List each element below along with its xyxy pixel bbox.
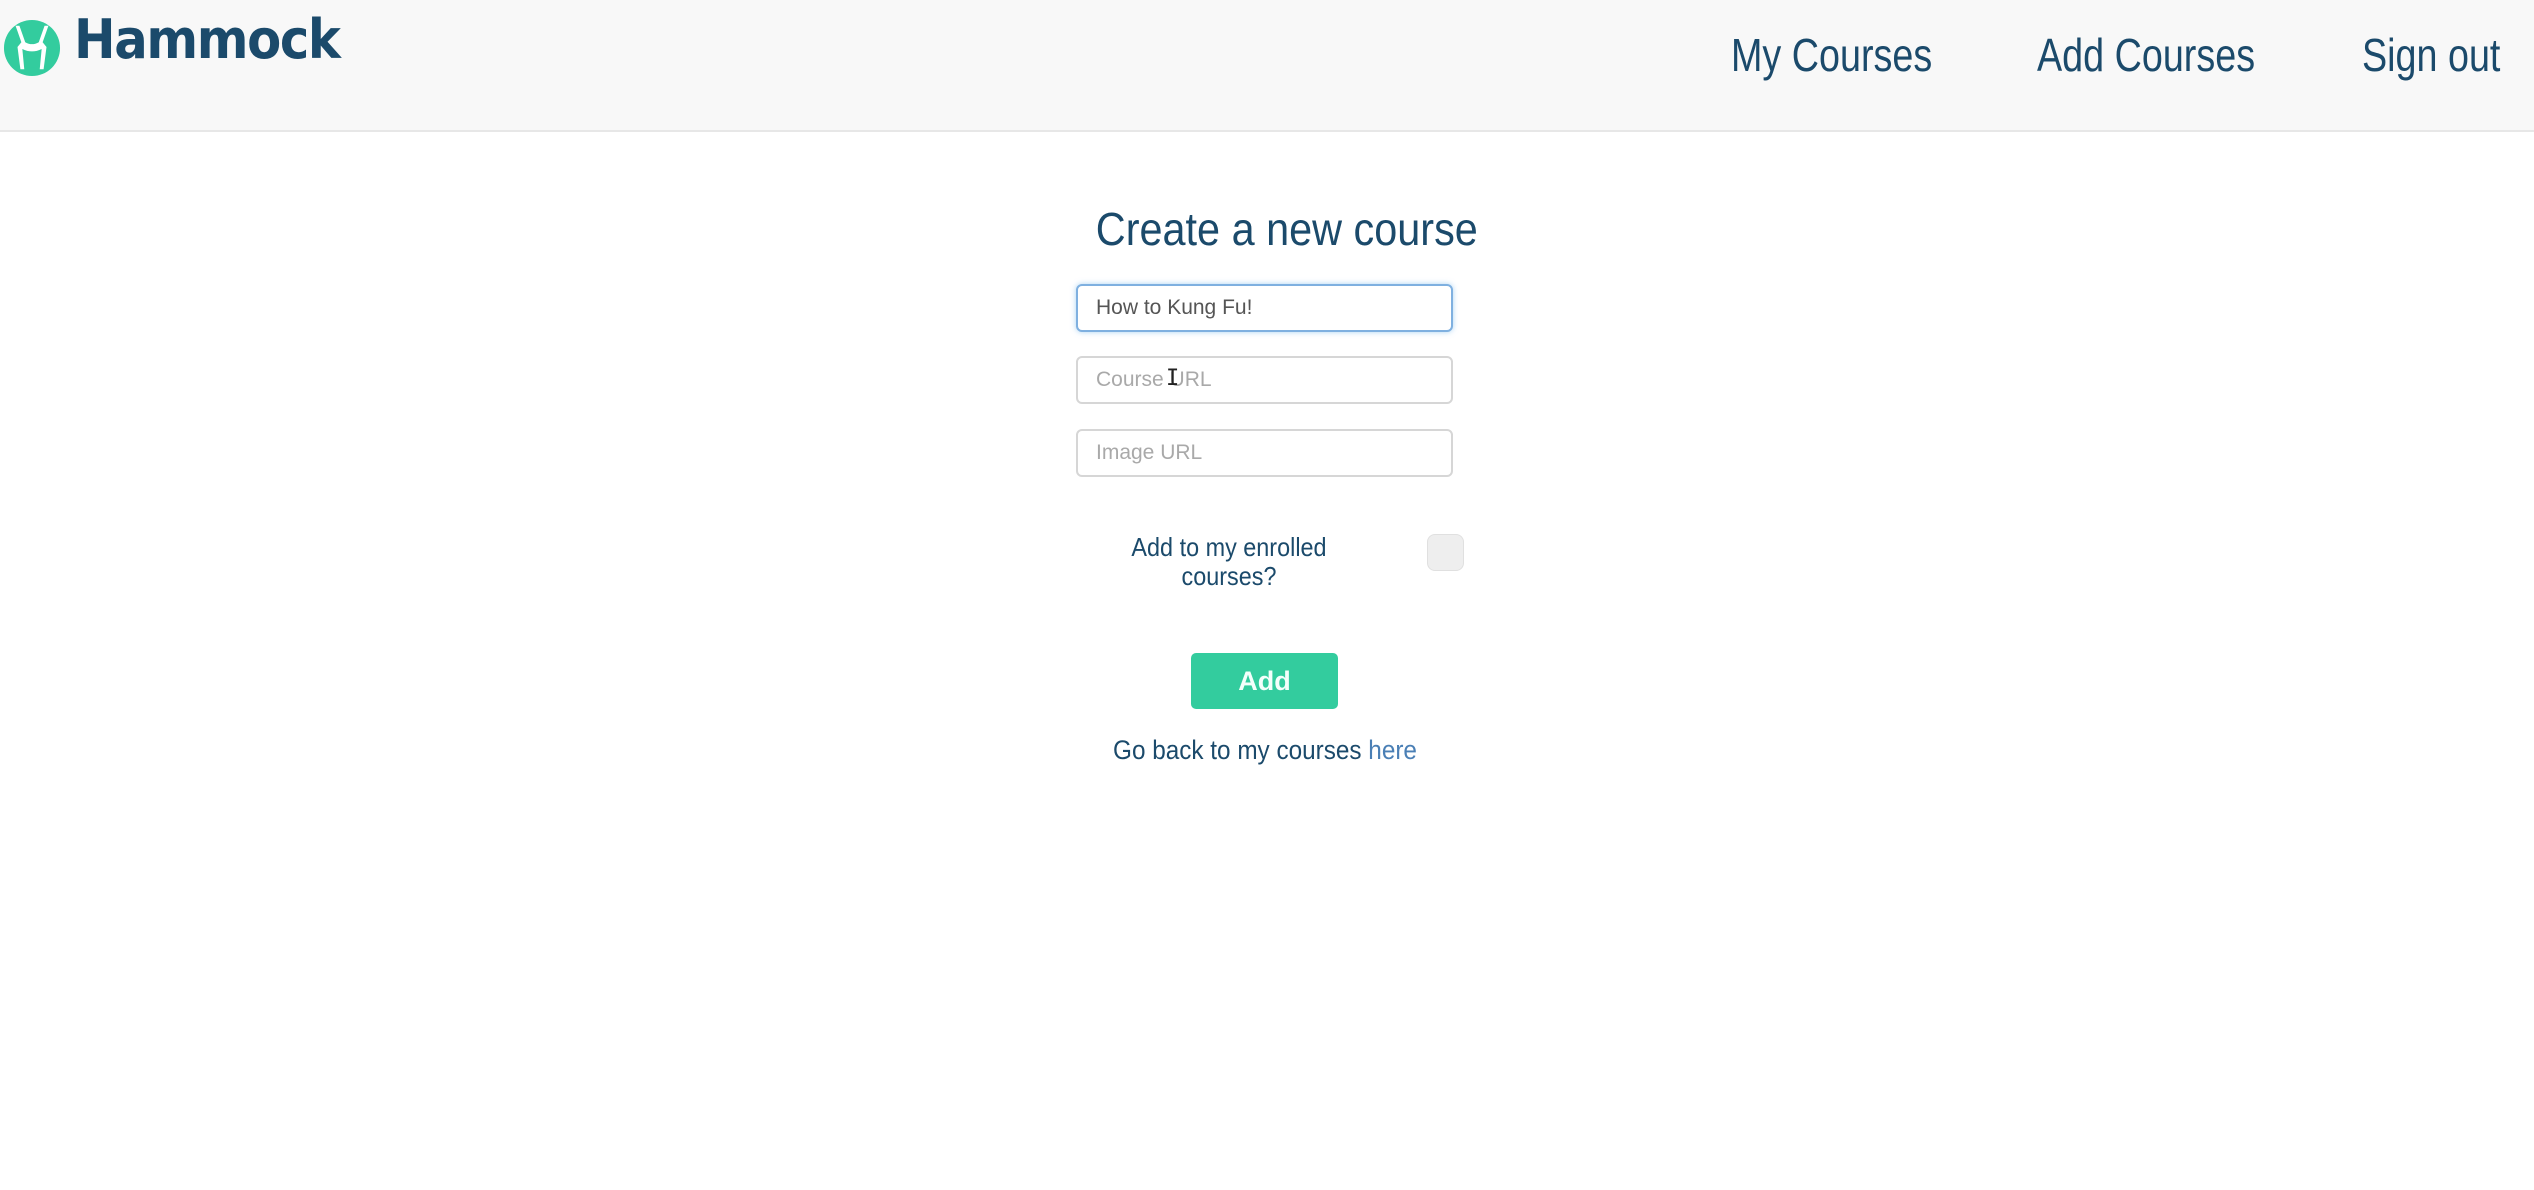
course-name-input[interactable] (1076, 284, 1453, 332)
logo[interactable] (3, 19, 61, 77)
brand-name[interactable]: Hammock (74, 8, 341, 71)
course-url-input[interactable] (1076, 356, 1453, 404)
enroll-label: Add to my enrolled courses? (1131, 532, 1327, 591)
nav-sign-out[interactable]: Sign out (2362, 28, 2500, 82)
hammock-logo-icon (3, 19, 61, 77)
page-title: Create a new course (1095, 203, 1478, 255)
top-navbar: Hammock My Courses Add Courses Sign out (0, 0, 2534, 132)
back-text: Go back to my courses (1113, 735, 1369, 765)
nav-add-courses[interactable]: Add Courses (2037, 28, 2255, 82)
back-to-courses-line: Go back to my courses here (1096, 735, 1434, 766)
back-here-link[interactable]: here (1368, 735, 1417, 765)
nav-my-courses[interactable]: My Courses (1731, 28, 1932, 82)
enroll-checkbox[interactable] (1427, 534, 1464, 571)
add-button[interactable]: Add (1191, 653, 1338, 709)
image-url-input[interactable] (1076, 429, 1453, 477)
